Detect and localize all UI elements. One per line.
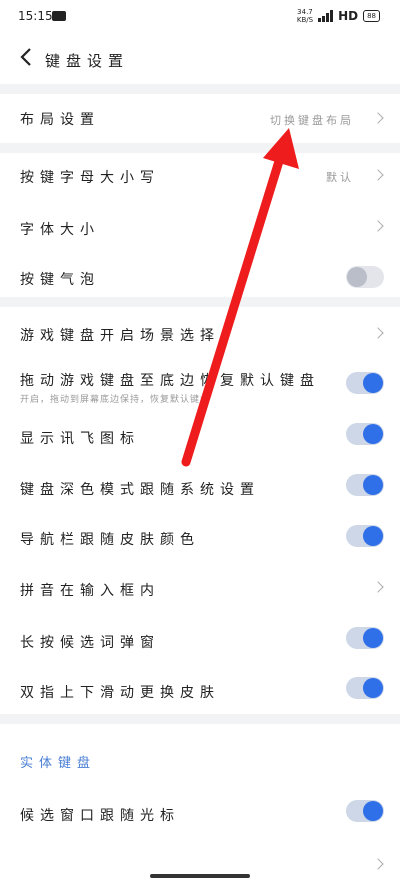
annotation-arrow	[181, 128, 299, 467]
